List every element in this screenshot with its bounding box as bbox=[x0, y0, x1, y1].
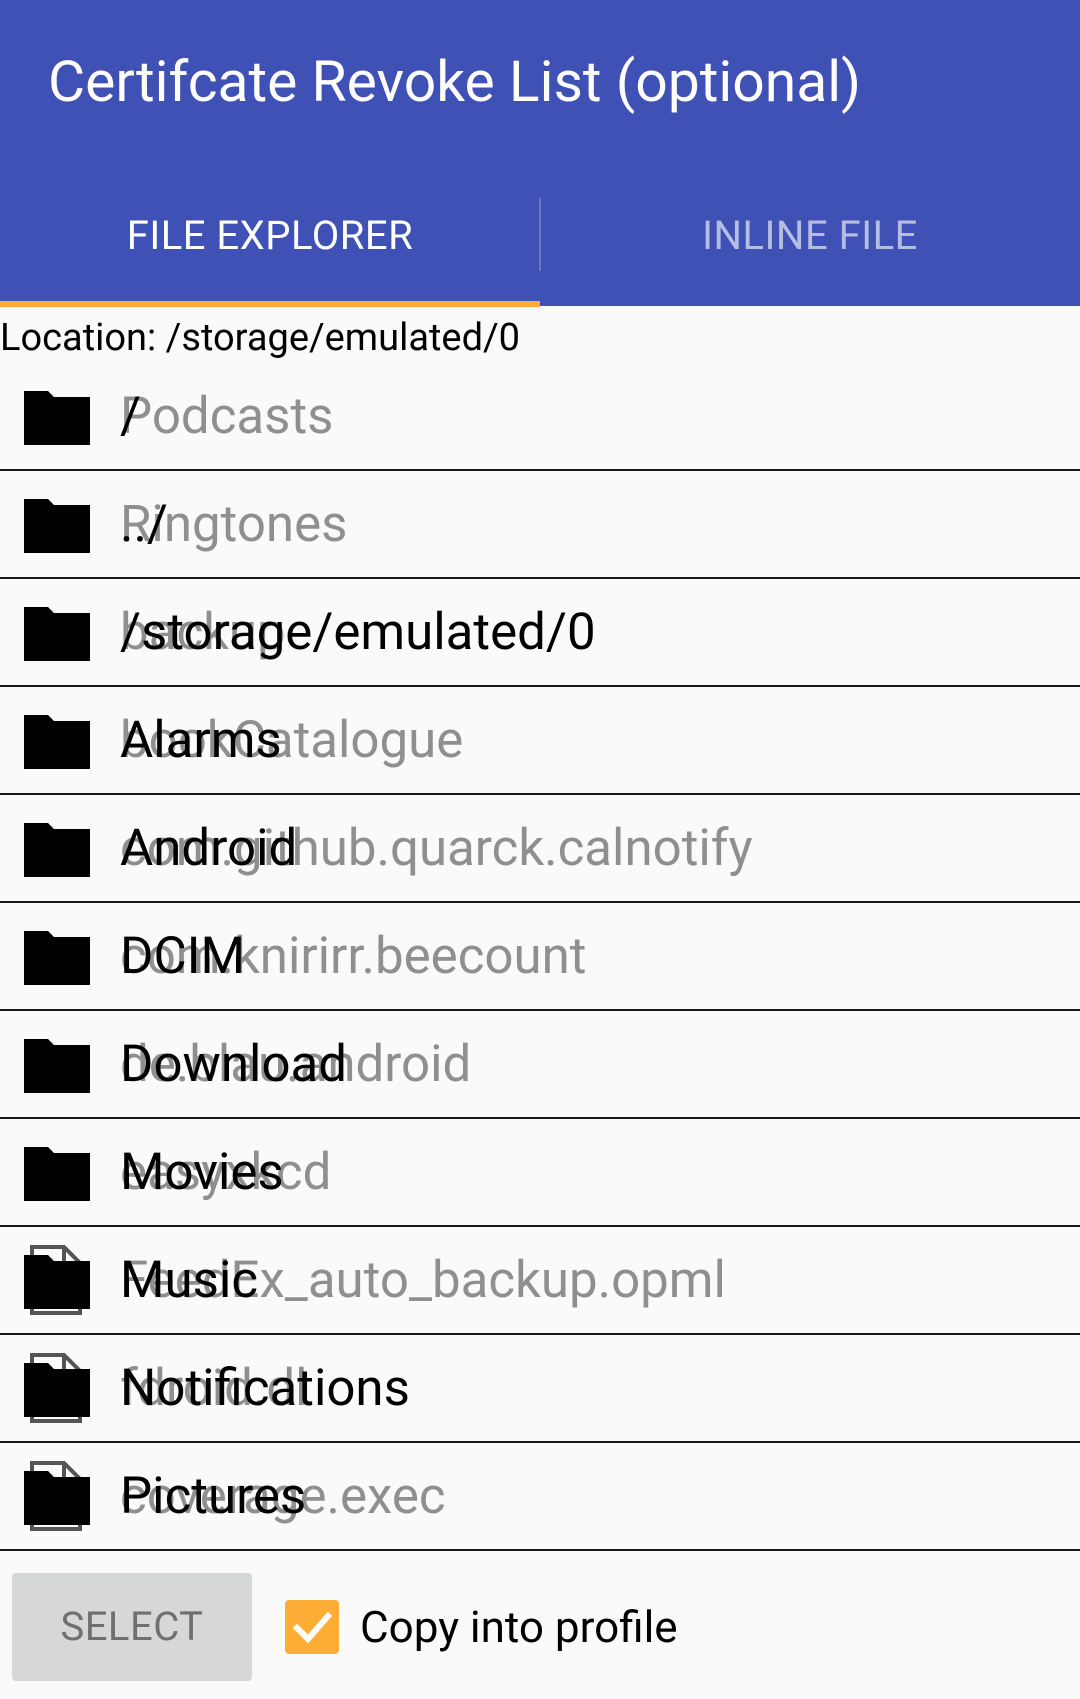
copy-into-profile-checkbox[interactable] bbox=[285, 1600, 339, 1654]
list-item[interactable]: coverage.exec Pictures bbox=[0, 1443, 1080, 1551]
file-list: Podcasts / Ringtones ../backup/storage/emul… bbox=[0, 0, 1080, 1560]
list-item[interactable]: com.knirirr.beecount DCIM bbox=[0, 903, 1080, 1011]
list-item-label: Notifications bbox=[120, 1359, 410, 1418]
list-item-label: Pictures bbox=[120, 1467, 307, 1526]
list-item[interactable]: fdroid.dl Notifications bbox=[0, 1335, 1080, 1443]
list-item[interactable]: easyxkcd Movies bbox=[0, 1119, 1080, 1227]
folder-icon bbox=[24, 1039, 90, 1093]
list-item-label: Movies bbox=[120, 1143, 284, 1202]
list-item[interactable]: Ringtones ../ bbox=[0, 471, 1080, 579]
bottom-bar: SELECT Copy into profile bbox=[0, 1560, 1080, 1699]
list-item-label: Android bbox=[120, 819, 298, 878]
folder-icon bbox=[24, 1471, 90, 1525]
list-item-label: Music bbox=[120, 1251, 259, 1310]
folder-icon bbox=[24, 1255, 90, 1309]
folder-icon bbox=[24, 499, 90, 553]
list-item[interactable]: bookCatalogue Alarms bbox=[0, 687, 1080, 795]
list-item-label: ../ bbox=[120, 495, 168, 554]
folder-icon bbox=[24, 607, 90, 661]
divider bbox=[0, 1549, 1080, 1551]
folder-icon bbox=[24, 1363, 90, 1417]
list-item[interactable]: com.github.quarck.calnotify Android bbox=[0, 795, 1080, 903]
list-item-label: Download bbox=[120, 1035, 348, 1094]
select-button[interactable]: SELECT bbox=[12, 1573, 252, 1681]
list-item[interactable]: de.blau.android Download bbox=[0, 1011, 1080, 1119]
list-item-label: / bbox=[120, 387, 142, 446]
list-item-label: DCIM bbox=[120, 927, 246, 986]
list-item[interactable]: FeedEx_auto_backup.opml Music bbox=[0, 1227, 1080, 1335]
ghost-item-label: Podcasts bbox=[120, 387, 334, 446]
folder-icon bbox=[24, 715, 90, 769]
list-item-label: Alarms bbox=[120, 711, 282, 770]
folder-icon bbox=[24, 931, 90, 985]
folder-icon bbox=[24, 391, 90, 445]
list-item[interactable]: Podcasts / bbox=[0, 363, 1080, 471]
checkmark-icon bbox=[292, 1611, 333, 1644]
folder-icon bbox=[24, 823, 90, 877]
folder-icon bbox=[24, 1147, 90, 1201]
list-item-label: /storage/emulated/0 bbox=[120, 603, 596, 662]
list-item[interactable]: backup/storage/emulated/0 bbox=[0, 579, 1080, 687]
copy-into-profile-label[interactable]: Copy into profile bbox=[360, 1596, 678, 1658]
